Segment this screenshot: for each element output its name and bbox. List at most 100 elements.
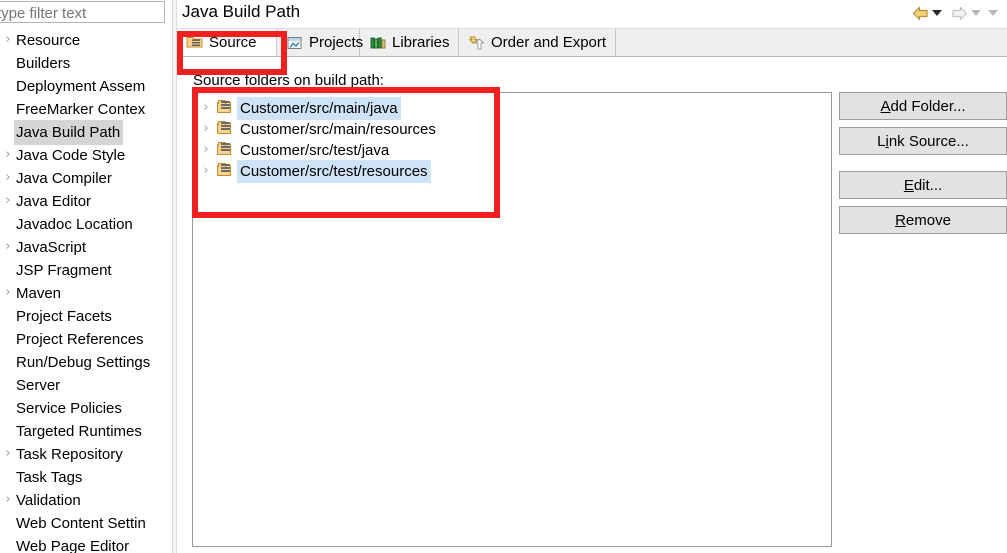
sidebar-item-targeted-runtimes[interactable]: Targeted Runtimes xyxy=(0,419,176,442)
tab-label: Order and Export xyxy=(491,34,607,51)
tab-label: Source xyxy=(209,33,257,51)
sidebar-item-label: Service Policies xyxy=(16,400,122,417)
chevron-right-icon[interactable]: › xyxy=(2,189,14,212)
navigation-arrows xyxy=(910,2,1003,24)
source-folder-row[interactable]: › Customer/src/test/java xyxy=(197,139,827,160)
source-folder-row[interactable]: › Customer/src/main/resources xyxy=(197,118,827,139)
sidebar-item-javadoc-location[interactable]: Javadoc Location xyxy=(0,212,176,235)
chevron-right-icon[interactable]: › xyxy=(2,28,14,51)
button-column: Add Folder... Link Source... Edit... Remove xyxy=(839,92,1007,241)
projects-icon xyxy=(286,35,304,51)
sidebar-item-deployment-assem[interactable]: Deployment Assem xyxy=(0,74,176,97)
sidebar-item-label: Task Tags xyxy=(16,469,83,486)
tab-label: Projects xyxy=(309,34,364,51)
preferences-tree[interactable]: › Resource Builders Deployment Assem FreeMar… xyxy=(0,28,176,553)
sidebar-item-label: Java Editor xyxy=(16,193,92,210)
sidebar-item-resource[interactable]: › Resource xyxy=(0,28,176,51)
chevron-right-icon[interactable]: › xyxy=(200,139,212,160)
source-folder-row[interactable]: › Customer/src/main/java xyxy=(197,97,827,120)
filter-text-box[interactable] xyxy=(0,1,165,23)
sidebar-item-label: Java Compiler xyxy=(16,170,112,187)
sidebar-item-label: Maven xyxy=(16,285,62,302)
add-folder-button[interactable]: Add Folder... xyxy=(839,92,1007,120)
tab-label: Libraries xyxy=(392,34,450,51)
sidebar-item-label: JavaScript xyxy=(16,239,87,256)
preferences-sidebar: ›Resource Builders Deployment Assem FreeMar… xyxy=(0,0,176,553)
sidebar-item-project-facets[interactable]: Project Facets xyxy=(0,304,176,327)
sidebar-item-label: Web Content Settin xyxy=(16,515,146,532)
sidebar-item-run-debug-settings[interactable]: Run/Debug Settings xyxy=(0,350,176,373)
sidebar-item-label: Web Page Editor xyxy=(16,538,130,553)
sidebar-item-server[interactable]: Server xyxy=(0,373,176,396)
sidebar-item-web-page-editor[interactable]: Web Page Editor xyxy=(0,534,176,553)
sidebar-item-label: Deployment Assem xyxy=(16,78,146,95)
sidebar-item-task-tags[interactable]: Task Tags xyxy=(0,465,176,488)
preference-page: Java Build Path Source Projects Libraries O… xyxy=(177,0,1007,553)
sidebar-item-java-editor[interactable]: › Java Editor xyxy=(0,189,176,212)
sidebar-item-service-policies[interactable]: Service Policies xyxy=(0,396,176,419)
sidebar-item-label: Validation xyxy=(16,492,81,509)
sidebar-item-label: Project References xyxy=(16,331,144,348)
extra-caret-icon[interactable] xyxy=(988,10,998,16)
sidebar-item-label: Task Repository xyxy=(16,446,123,463)
libraries-icon xyxy=(369,35,387,51)
tab-source[interactable]: Source xyxy=(177,29,277,56)
edit-button[interactable]: Edit... xyxy=(839,171,1007,199)
sidebar-item-java-compiler[interactable]: › Java Compiler xyxy=(0,166,176,189)
link-source-button[interactable]: Link Source... xyxy=(839,127,1007,155)
source-folder-path: Customer/src/main/resources xyxy=(240,121,436,138)
chevron-right-icon[interactable]: › xyxy=(2,488,14,511)
chevron-right-icon[interactable]: › xyxy=(2,166,14,189)
sidebar-item-project-references[interactable]: Project References xyxy=(0,327,176,350)
source-folders-list[interactable]: › Customer/src/main/java › Customer/src/mai… xyxy=(192,92,832,547)
source-folder-icon xyxy=(216,163,233,178)
chevron-right-icon[interactable]: › xyxy=(200,97,212,118)
sidebar-item-builders[interactable]: Builders xyxy=(0,51,176,74)
button-label: Add Folder... xyxy=(880,97,966,115)
sidebar-item-validation[interactable]: › Validation xyxy=(0,488,176,511)
order-export-icon xyxy=(468,35,486,51)
sidebar-item-label: JSP Fragment xyxy=(16,262,112,279)
chevron-right-icon[interactable]: › xyxy=(2,281,14,304)
chevron-right-icon[interactable]: › xyxy=(200,160,212,181)
sidebar-item-web-content-settin[interactable]: Web Content Settin xyxy=(0,511,176,534)
back-arrow-icon[interactable] xyxy=(910,3,930,23)
sidebar-item-task-repository[interactable]: › Task Repository xyxy=(0,442,176,465)
source-folder-path: Customer/src/main/java xyxy=(237,97,401,120)
chevron-right-icon[interactable]: › xyxy=(2,442,14,465)
sidebar-item-maven[interactable]: › Maven xyxy=(0,281,176,304)
source-folder-icon xyxy=(216,121,233,136)
sidebar-item-javascript[interactable]: › JavaScript xyxy=(0,235,176,258)
sidebar-item-java-build-path[interactable]: Java Build Path xyxy=(0,120,176,145)
tab-projects[interactable]: Projects xyxy=(277,29,364,56)
sidebar-item-label: Run/Debug Settings xyxy=(16,354,151,371)
chevron-right-icon[interactable]: › xyxy=(200,118,212,139)
sidebar-item-label: Targeted Runtimes xyxy=(16,423,142,440)
sidebar-item-jsp-fragment[interactable]: JSP Fragment xyxy=(0,258,176,281)
chevron-right-icon[interactable]: › xyxy=(2,235,14,258)
button-label: Link Source... xyxy=(877,132,969,150)
source-folders-label: Source folders on build path: xyxy=(193,72,384,89)
source-folder-row[interactable]: › Customer/src/test/resources xyxy=(197,160,827,183)
sidebar-item-label: Java Build Path xyxy=(14,120,124,145)
sidebar-item-label: Java Code Style xyxy=(16,147,126,164)
remove-button[interactable]: Remove xyxy=(839,206,1007,234)
tab-order-and-export[interactable]: Order and Export xyxy=(459,29,616,56)
search-input[interactable] xyxy=(0,4,162,22)
chevron-right-icon[interactable]: › xyxy=(2,143,14,166)
sidebar-item-label: Builders xyxy=(16,55,71,72)
sidebar-item-java-code-style[interactable]: › Java Code Style xyxy=(0,143,176,166)
source-folder-icon xyxy=(216,100,233,115)
back-dropdown-caret[interactable] xyxy=(932,10,942,16)
page-title: Java Build Path xyxy=(182,2,301,21)
forward-dropdown-caret xyxy=(971,10,981,16)
sidebar-item-freemarker-contex[interactable]: FreeMarker Contex xyxy=(0,97,176,120)
sidebar-item-label: Project Facets xyxy=(16,308,112,325)
tab-bar: Source Projects Libraries Order and Export xyxy=(177,29,1007,57)
source-folder-path: Customer/src/test/java xyxy=(240,142,390,159)
button-label: Remove xyxy=(895,211,951,229)
tab-libraries[interactable]: Libraries xyxy=(360,29,459,56)
sidebar-item-label: Javadoc Location xyxy=(16,216,133,233)
forward-arrow-icon xyxy=(949,3,969,23)
button-label: Edit... xyxy=(903,176,943,194)
